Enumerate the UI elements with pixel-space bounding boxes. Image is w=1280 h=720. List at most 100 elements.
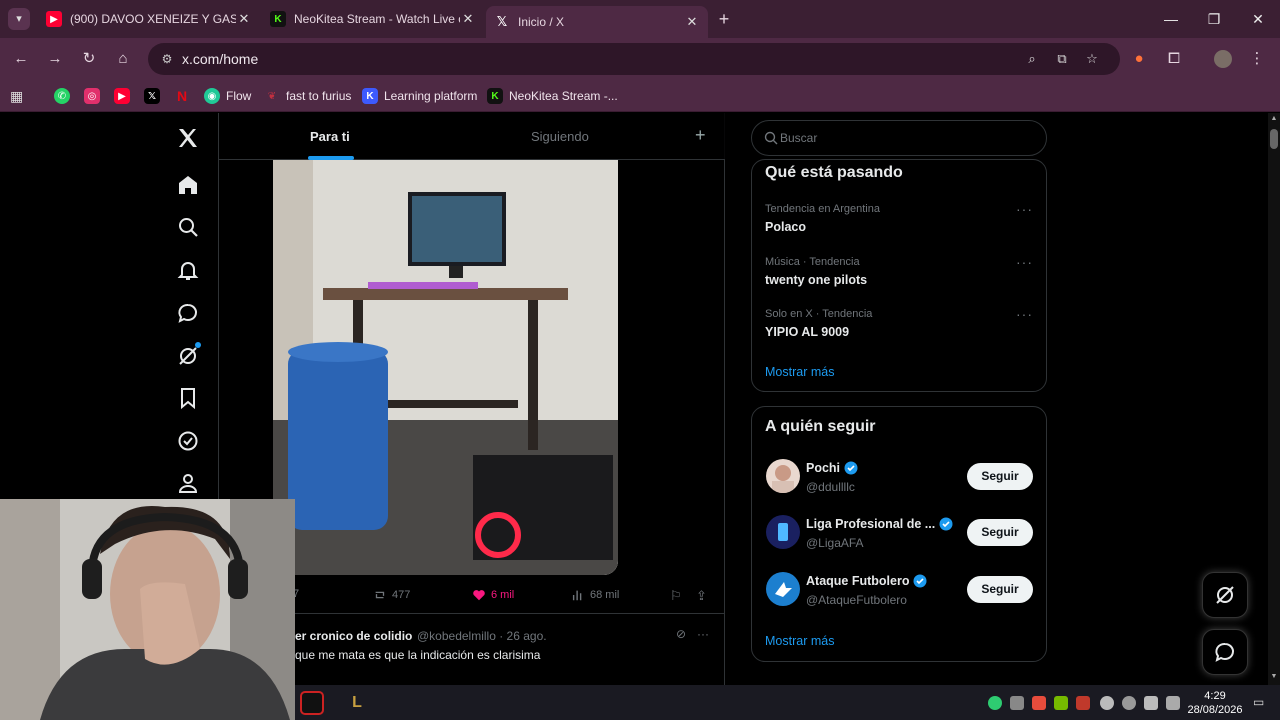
bookmark-neokitea[interactable]: K NeoKitea Stream -... [487, 86, 618, 106]
league-of-legends-icon[interactable]: L [345, 691, 369, 715]
add-feed-icon[interactable]: + [695, 125, 706, 146]
youtube-icon: ▶ [46, 11, 62, 27]
tab-search-button[interactable]: ▾ [8, 8, 30, 30]
account-name[interactable]: Liga Profesional de ... [806, 517, 953, 531]
taskbar-app-icon[interactable] [300, 691, 324, 715]
tab-for-you[interactable]: Para ti [310, 129, 350, 144]
bookmark-whatsapp[interactable]: ✆ [54, 86, 70, 106]
close-icon[interactable]: ✕ [460, 11, 476, 27]
scroll-up-arrow[interactable]: ▲ [1270, 115, 1278, 123]
new-tab-button[interactable]: + [713, 8, 735, 30]
back-button[interactable]: ← [10, 48, 32, 70]
bookmark-instagram[interactable]: ◎ [84, 86, 100, 106]
grok-icon [1216, 586, 1234, 604]
tab-x-home[interactable]: 𝕏 Inicio / X ✕ [486, 6, 708, 38]
share-icon[interactable]: ⇪ [696, 588, 707, 604]
grok-floating-button[interactable] [1202, 572, 1248, 618]
apps-icon[interactable]: ▦ [10, 86, 23, 106]
home-icon[interactable] [176, 173, 200, 197]
forward-button[interactable]: → [44, 48, 66, 70]
tweet-image[interactable] [273, 160, 618, 575]
tray-app-icon[interactable] [1076, 696, 1090, 710]
more-options-icon[interactable]: ··· [1016, 254, 1033, 270]
site-info-icon[interactable]: ⚙ [158, 50, 176, 68]
profile-avatar[interactable] [1212, 48, 1234, 70]
url-text[interactable]: x.com/home [182, 51, 258, 67]
bookmark-netflix[interactable]: N [174, 86, 190, 106]
nvidia-icon[interactable] [1054, 696, 1068, 710]
avatar[interactable] [766, 572, 800, 606]
follow-button[interactable]: Seguir [967, 463, 1033, 490]
more-options-icon[interactable]: ··· [695, 627, 711, 643]
minimize-button[interactable]: — [1160, 8, 1182, 30]
clock-time: 4:29 [1204, 690, 1226, 702]
search-input[interactable]: Buscar [751, 120, 1047, 156]
grok-icon[interactable]: ⊘ [673, 627, 689, 643]
account-handle[interactable]: @LigaAFA [806, 536, 864, 550]
address-bar[interactable]: ⚙ x.com/home ⌕ ⧉ ☆ [148, 43, 1120, 75]
tray-app-icon[interactable] [1032, 696, 1046, 710]
follow-button[interactable]: Seguir [967, 576, 1033, 603]
bookmark-learning-platform[interactable]: K Learning platform [362, 86, 477, 106]
scrollbar-thumb[interactable] [1270, 129, 1278, 149]
page-scrollbar[interactable]: ▲ ▼ [1268, 113, 1280, 685]
bookmark-tweet-icon[interactable]: ⚐ [670, 588, 682, 604]
install-app-icon[interactable]: ⧉ [1052, 49, 1072, 69]
profile-icon[interactable] [176, 471, 200, 495]
repost-button[interactable]: 477 [373, 588, 410, 602]
browser-menu-icon[interactable]: ⋮ [1246, 48, 1268, 70]
tab-youtube[interactable]: ▶ (900) DAVOO XENEIZE Y GASTÓ ✕ [38, 6, 260, 32]
taskbar-clock[interactable]: 4:29 28/08/2026 [1185, 689, 1245, 717]
avatar[interactable] [766, 459, 800, 493]
network-icon[interactable] [1122, 696, 1136, 710]
account-name[interactable]: Ataque Futbolero [806, 574, 927, 588]
close-icon[interactable]: ✕ [236, 11, 252, 27]
trend-item[interactable]: Polaco [765, 220, 806, 234]
account-handle[interactable]: @ddullllc [806, 480, 855, 494]
x-logo-icon[interactable] [176, 126, 200, 150]
trend-item[interactable]: twenty one pilots [765, 273, 867, 287]
volume-icon[interactable] [1144, 696, 1158, 710]
bookmark-fast-to-furius[interactable]: ❦ fast to furius [264, 86, 352, 106]
zoom-icon[interactable]: ⌕ [1022, 49, 1042, 69]
maximize-button[interactable]: ❐ [1203, 8, 1225, 30]
more-options-icon[interactable]: ··· [1016, 201, 1033, 217]
follow-show-more-link[interactable]: Mostrar más [765, 634, 834, 648]
tab-neokitea[interactable]: K NeoKitea Stream - Watch Live o ✕ [262, 6, 484, 32]
tweet-author-handle[interactable]: @kobedelmillo · 26 ago. [417, 629, 547, 643]
verified-check-icon[interactable] [176, 429, 200, 453]
tray-status-icon[interactable] [988, 696, 1002, 710]
close-window-button[interactable]: ✕ [1247, 8, 1269, 30]
bookmarks-icon[interactable] [176, 386, 200, 410]
like-button[interactable]: 6 mil [472, 588, 514, 602]
tab-following[interactable]: Siguiendo [531, 129, 589, 144]
follow-button[interactable]: Seguir [967, 519, 1033, 546]
reload-button[interactable]: ↻ [78, 48, 100, 70]
avatar[interactable] [766, 515, 800, 549]
trends-show-more-link[interactable]: Mostrar más [765, 365, 834, 379]
account-handle[interactable]: @AtaqueFutbolero [806, 593, 907, 607]
notifications-bell-icon[interactable] [176, 258, 200, 282]
bookmark-star-icon[interactable]: ☆ [1082, 49, 1102, 69]
extensions-icon[interactable]: ⧠ [1163, 48, 1185, 70]
scroll-down-arrow[interactable]: ▼ [1270, 673, 1278, 681]
home-button[interactable]: ⌂ [112, 48, 134, 70]
extension-fox-icon[interactable]: ● [1128, 48, 1150, 70]
notifications-icon[interactable]: ▭ [1253, 695, 1269, 711]
messages-floating-button[interactable] [1202, 629, 1248, 675]
tray-calculator-icon[interactable] [1010, 696, 1024, 710]
microphone-icon[interactable] [1100, 696, 1114, 710]
bookmark-youtube[interactable]: ▶ [114, 86, 130, 106]
messages-icon[interactable] [176, 301, 200, 325]
views-button[interactable]: 68 mil [571, 588, 619, 602]
bookmark-flow[interactable]: ◉ Flow [204, 86, 251, 106]
display-icon[interactable] [1166, 696, 1180, 710]
close-icon[interactable]: ✕ [684, 14, 700, 30]
tweet-author-name[interactable]: er cronico de colidio [295, 629, 412, 643]
account-name[interactable]: Pochi [806, 461, 858, 475]
learning-icon: K [362, 88, 378, 104]
bookmark-x[interactable]: 𝕏 [144, 86, 160, 106]
explore-search-icon[interactable] [176, 215, 200, 239]
more-options-icon[interactable]: ··· [1016, 306, 1033, 322]
trend-item[interactable]: YIPIO AL 9009 [765, 325, 849, 339]
